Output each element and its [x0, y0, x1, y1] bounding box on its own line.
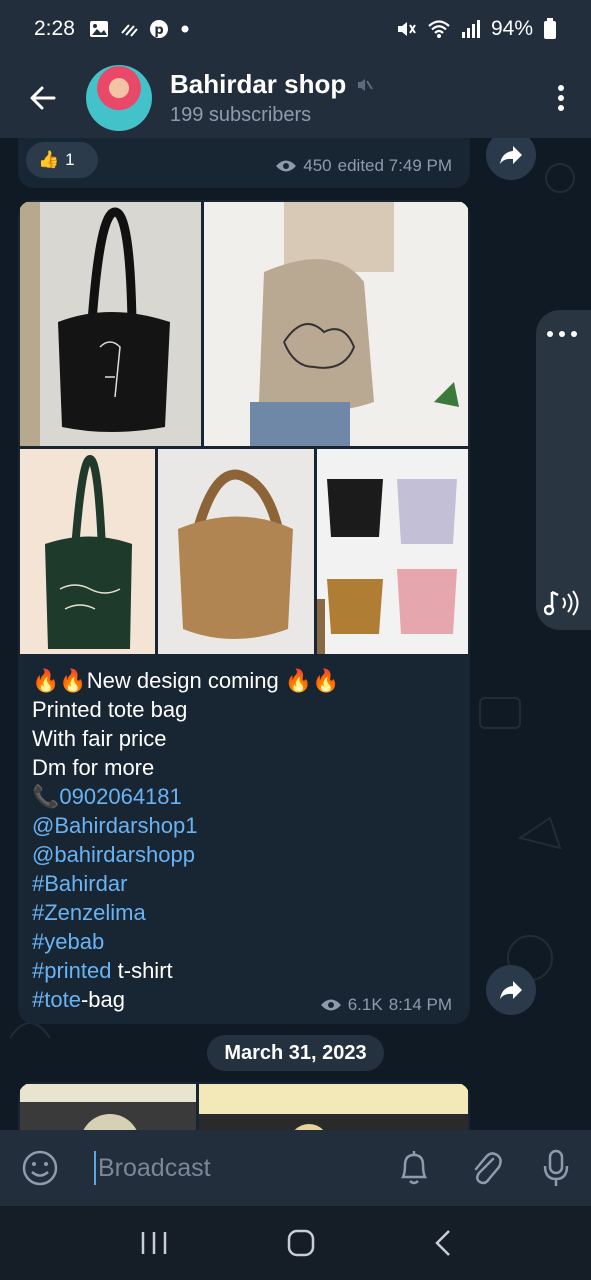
- back-nav-icon[interactable]: [433, 1229, 453, 1257]
- message-meta: 450 edited 7:49 PM: [275, 156, 452, 176]
- phone-icon: 📞: [32, 784, 60, 809]
- phone-line: 📞0902064181: [32, 782, 340, 811]
- reaction-count: 1: [65, 150, 75, 169]
- channel-title: Bahirdar shop: [170, 69, 347, 99]
- music-playing-icon[interactable]: [544, 588, 580, 618]
- mute-icon: [397, 22, 416, 36]
- view-count: 450: [303, 156, 332, 175]
- share-arrow-icon: [500, 981, 522, 999]
- view-count: 6.1K: [347, 995, 383, 1014]
- photo-tan-tote[interactable]: [158, 449, 314, 654]
- channel-avatar[interactable]: [86, 65, 152, 131]
- paperclip-icon[interactable]: [469, 1149, 503, 1187]
- chat-area[interactable]: 👍 1 450 edited 7:49 PM 🔥🔥New design comi…: [0, 138, 591, 1130]
- battery-icon: [544, 18, 556, 39]
- status-right-icons: 94%: [395, 17, 557, 41]
- more-vertical-icon: [558, 85, 564, 111]
- photo-thumbnail[interactable]: [199, 1084, 468, 1130]
- input-placeholder: Broadcast: [98, 1153, 211, 1182]
- system-nav-bar: [0, 1206, 591, 1280]
- photo-color-variants[interactable]: [317, 449, 468, 654]
- muted-icon: [358, 78, 374, 91]
- status-time: 2:28: [34, 17, 75, 40]
- message-bubble-photo[interactable]: [18, 1082, 470, 1130]
- message-bubble[interactable]: 👍 1 450 edited 7:49 PM: [18, 138, 470, 188]
- channel-info[interactable]: Bahirdar shop 199 subscribers: [170, 69, 374, 127]
- text-line: Dm for more: [32, 755, 155, 780]
- microphone-icon[interactable]: [541, 1148, 571, 1188]
- date-separator: March 31, 2023: [207, 1035, 384, 1071]
- floating-media-widget[interactable]: [536, 310, 591, 630]
- text-line: 🔥🔥New design coming 🔥🔥: [32, 668, 340, 693]
- photo-green-tote[interactable]: [20, 449, 155, 654]
- text-fragment: t-shirt: [111, 958, 173, 983]
- share-arrow-icon: [500, 146, 522, 164]
- broadcast-input[interactable]: Broadcast: [94, 1151, 211, 1185]
- message-meta: 6.1K 8:14 PM: [320, 995, 452, 1015]
- eye-icon: [320, 999, 341, 1011]
- wifi-icon: [428, 20, 450, 38]
- status-bar: 2:28 p 94%: [0, 0, 591, 58]
- svg-text:p: p: [154, 23, 163, 38]
- forward-button[interactable]: [486, 965, 536, 1015]
- text-fragment: -bag: [80, 987, 125, 1012]
- phone-link[interactable]: 0902064181: [59, 784, 181, 809]
- arrow-left-icon: [30, 86, 56, 110]
- message-time: 8:14 PM: [388, 995, 452, 1014]
- text-line: Printed tote bag: [32, 697, 188, 722]
- hashtag-link[interactable]: #Bahirdar: [32, 869, 340, 898]
- message-bubble-album[interactable]: 🔥🔥New design coming 🔥🔥 Printed tote bag …: [18, 200, 470, 1024]
- photo-thumbnail[interactable]: [20, 1084, 196, 1130]
- cell-signal-icon: [461, 20, 480, 38]
- chat-header: Bahirdar shop 199 subscribers: [0, 58, 591, 138]
- text-line: With fair price: [32, 726, 167, 751]
- message-text: 🔥🔥New design coming 🔥🔥 Printed tote bag …: [32, 666, 340, 1014]
- hashtag-link[interactable]: #tote: [32, 987, 81, 1012]
- eye-icon: [276, 160, 297, 172]
- hashtag-link[interactable]: #printed: [32, 958, 112, 983]
- subscriber-count: 199 subscribers: [170, 104, 312, 126]
- more-horizontal-icon[interactable]: [544, 328, 584, 340]
- pinterest-icon: p: [149, 20, 168, 38]
- dot-icon: [181, 25, 189, 33]
- thumbs-up-icon: 👍: [38, 150, 60, 169]
- photo-beige-tote[interactable]: [204, 202, 468, 446]
- signal-waves-icon: [121, 24, 138, 37]
- hashtag-link[interactable]: #yebab: [32, 927, 340, 956]
- back-button[interactable]: [0, 58, 86, 138]
- emoji-icon[interactable]: [20, 1148, 60, 1188]
- text-caret: [94, 1151, 96, 1185]
- input-actions: [397, 1148, 571, 1188]
- status-left-icons: p: [89, 19, 191, 39]
- photo-black-tote[interactable]: [20, 202, 201, 446]
- home-icon[interactable]: [286, 1228, 316, 1258]
- message-time: edited 7:49 PM: [337, 156, 452, 175]
- hashtag-link[interactable]: #Zenzelima: [32, 898, 340, 927]
- bell-icon[interactable]: [397, 1149, 431, 1187]
- text-line: #printed t-shirt: [32, 956, 340, 985]
- message-input-bar: Broadcast: [0, 1130, 591, 1206]
- battery-percent: 94%: [490, 17, 533, 40]
- text-line: #tote-bag: [32, 985, 340, 1014]
- more-options-button[interactable]: [531, 58, 591, 138]
- mention-link[interactable]: @Bahirdarshop1: [32, 811, 340, 840]
- recent-apps-icon[interactable]: [139, 1230, 169, 1256]
- reaction-chip[interactable]: 👍 1: [26, 142, 98, 178]
- mention-link[interactable]: @bahirdarshopp: [32, 840, 340, 869]
- image-icon: [89, 21, 108, 37]
